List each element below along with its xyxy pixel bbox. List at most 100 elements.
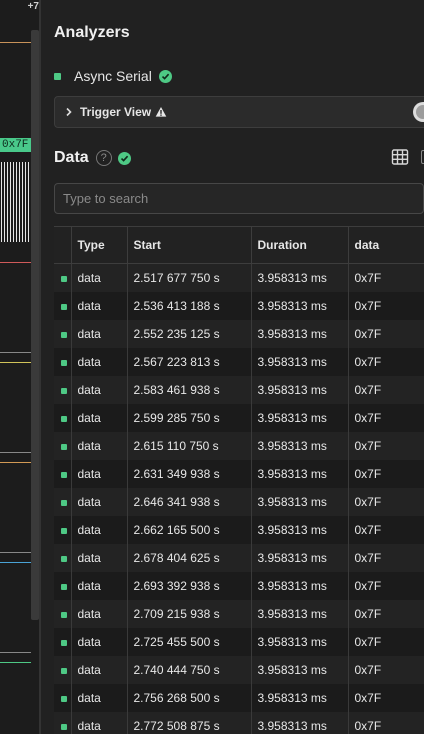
- cell-type: data: [71, 431, 128, 460]
- row-marker-cell: [54, 347, 72, 376]
- column-header[interactable]: [54, 226, 72, 264]
- cell-duration: 3.958313 ms: [251, 263, 349, 292]
- cell-duration: 3.958313 ms: [251, 459, 349, 488]
- cell-data: 0x7F: [348, 627, 424, 656]
- cell-type: data: [71, 487, 128, 516]
- row-color-marker: [61, 359, 67, 366]
- cell-data: 0x7F: [348, 683, 424, 712]
- cell-data: 0x7F: [348, 515, 424, 544]
- row-marker-cell: [54, 291, 72, 320]
- table-row[interactable]: data 2.552 235 125 s 3.958313 ms 0x7F: [54, 319, 424, 348]
- cell-start: 2.615 110 750 s: [127, 431, 252, 460]
- cell-start: 2.567 223 813 s: [127, 347, 252, 376]
- table-row[interactable]: data 2.631 349 938 s 3.958313 ms 0x7F: [54, 459, 424, 488]
- table-view-grid-icon[interactable]: [391, 148, 409, 166]
- table-row[interactable]: data 2.662 165 500 s 3.958313 ms 0x7F: [54, 515, 424, 544]
- table-header-row: Type Start Duration data: [54, 226, 424, 264]
- cell-type: data: [71, 599, 128, 628]
- column-header-start[interactable]: Start: [127, 226, 252, 264]
- cell-data: 0x7F: [348, 599, 424, 628]
- cell-data: 0x7F: [348, 347, 424, 376]
- column-header-duration[interactable]: Duration: [251, 226, 349, 264]
- cell-data: 0x7F: [348, 263, 424, 292]
- cell-duration: 3.958313 ms: [251, 515, 349, 544]
- row-marker-cell: [54, 711, 72, 734]
- row-color-marker: [61, 639, 67, 646]
- row-color-marker: [61, 723, 67, 730]
- row-color-marker: [61, 443, 67, 450]
- cell-type: data: [71, 459, 128, 488]
- table-row[interactable]: data 2.725 455 500 s 3.958313 ms 0x7F: [54, 627, 424, 656]
- cell-type: data: [71, 683, 128, 712]
- panel-title: Analyzers: [54, 24, 130, 41]
- table-row[interactable]: data 2.709 215 938 s 3.958313 ms 0x7F: [54, 599, 424, 628]
- data-table-container[interactable]: Type Start Duration data data 2.517 677 7…: [54, 226, 424, 734]
- analyzer-color-swatch: [54, 72, 61, 80]
- row-marker-cell: [54, 431, 72, 460]
- table-row[interactable]: data 2.740 444 750 s 3.958313 ms 0x7F: [54, 655, 424, 684]
- cell-duration: 3.958313 ms: [251, 487, 349, 516]
- cell-start: 2.693 392 938 s: [127, 571, 252, 600]
- cell-duration: 3.958313 ms: [251, 711, 349, 734]
- table-row[interactable]: data 2.615 110 750 s 3.958313 ms 0x7F: [54, 431, 424, 460]
- sidebar-divider: [40, 0, 41, 734]
- row-marker-cell: [54, 403, 72, 432]
- cell-type: data: [71, 515, 128, 544]
- chevron-right-icon[interactable]: [64, 107, 74, 117]
- row-color-marker: [61, 387, 67, 394]
- row-color-marker: [61, 471, 67, 478]
- table-row[interactable]: data 2.772 508 875 s 3.958313 ms 0x7F: [54, 711, 424, 734]
- cell-type: data: [71, 571, 128, 600]
- analyzer-item-async-serial[interactable]: Async Serial: [54, 67, 172, 85]
- column-header-type[interactable]: Type: [71, 226, 128, 264]
- trigger-view-toggle[interactable]: [413, 102, 424, 122]
- table-row[interactable]: data 2.678 404 625 s 3.958313 ms 0x7F: [54, 543, 424, 572]
- cell-data: 0x7F: [348, 319, 424, 348]
- channel-line: [0, 352, 31, 353]
- channel-line: [0, 362, 31, 363]
- channel-line: [0, 562, 31, 563]
- cell-start: 2.662 165 500 s: [127, 515, 252, 544]
- cell-type: data: [71, 375, 128, 404]
- cell-start: 2.631 349 938 s: [127, 459, 252, 488]
- check-circle-icon: [158, 69, 172, 83]
- table-row[interactable]: data 2.693 392 938 s 3.958313 ms 0x7F: [54, 571, 424, 600]
- column-header-data[interactable]: data: [348, 226, 424, 264]
- cell-duration: 3.958313 ms: [251, 291, 349, 320]
- frame-tag[interactable]: 0x7F: [0, 138, 31, 152]
- row-marker-cell: [54, 263, 72, 292]
- row-color-marker: [61, 499, 67, 506]
- row-color-marker: [61, 415, 67, 422]
- table-row[interactable]: data 2.536 413 188 s 3.958313 ms 0x7F: [54, 291, 424, 320]
- table-row[interactable]: data 2.599 285 750 s 3.958313 ms 0x7F: [54, 403, 424, 432]
- cell-data: 0x7F: [348, 431, 424, 460]
- cell-data: 0x7F: [348, 459, 424, 488]
- data-section-header: Data ?: [54, 148, 131, 168]
- cell-type: data: [71, 291, 128, 320]
- row-marker-cell: [54, 375, 72, 404]
- row-marker-cell: [54, 599, 72, 628]
- table-row[interactable]: data 2.756 268 500 s 3.958313 ms 0x7F: [54, 683, 424, 712]
- table-body: data 2.517 677 750 s 3.958313 ms 0x7F data 2.…: [54, 263, 424, 734]
- check-circle-icon: [117, 151, 131, 165]
- cell-duration: 3.958313 ms: [251, 347, 349, 376]
- cell-start: 2.725 455 500 s: [127, 627, 252, 656]
- trigger-view-row[interactable]: Trigger View: [54, 96, 424, 128]
- channel-line: [0, 452, 31, 453]
- cell-duration: 3.958313 ms: [251, 431, 349, 460]
- cell-data: 0x7F: [348, 375, 424, 404]
- cell-start: 2.583 461 938 s: [127, 375, 252, 404]
- cell-start: 2.678 404 625 s: [127, 543, 252, 572]
- search-input[interactable]: [54, 183, 424, 214]
- analyzers-sidebar: Analyzers Async Serial Trigger View Data…: [40, 0, 424, 734]
- cell-type: data: [71, 319, 128, 348]
- table-row[interactable]: data 2.583 461 938 s 3.958313 ms 0x7F: [54, 375, 424, 404]
- cell-duration: 3.958313 ms: [251, 403, 349, 432]
- cell-type: data: [71, 627, 128, 656]
- waveform-scrollbar[interactable]: [31, 30, 39, 620]
- table-row[interactable]: data 2.517 677 750 s 3.958313 ms 0x7F: [54, 263, 424, 292]
- waveform-panel[interactable]: +7 0x7F: [0, 0, 40, 734]
- help-icon[interactable]: ?: [95, 150, 112, 166]
- table-row[interactable]: data 2.646 341 938 s 3.958313 ms 0x7F: [54, 487, 424, 516]
- table-row[interactable]: data 2.567 223 813 s 3.958313 ms 0x7F: [54, 347, 424, 376]
